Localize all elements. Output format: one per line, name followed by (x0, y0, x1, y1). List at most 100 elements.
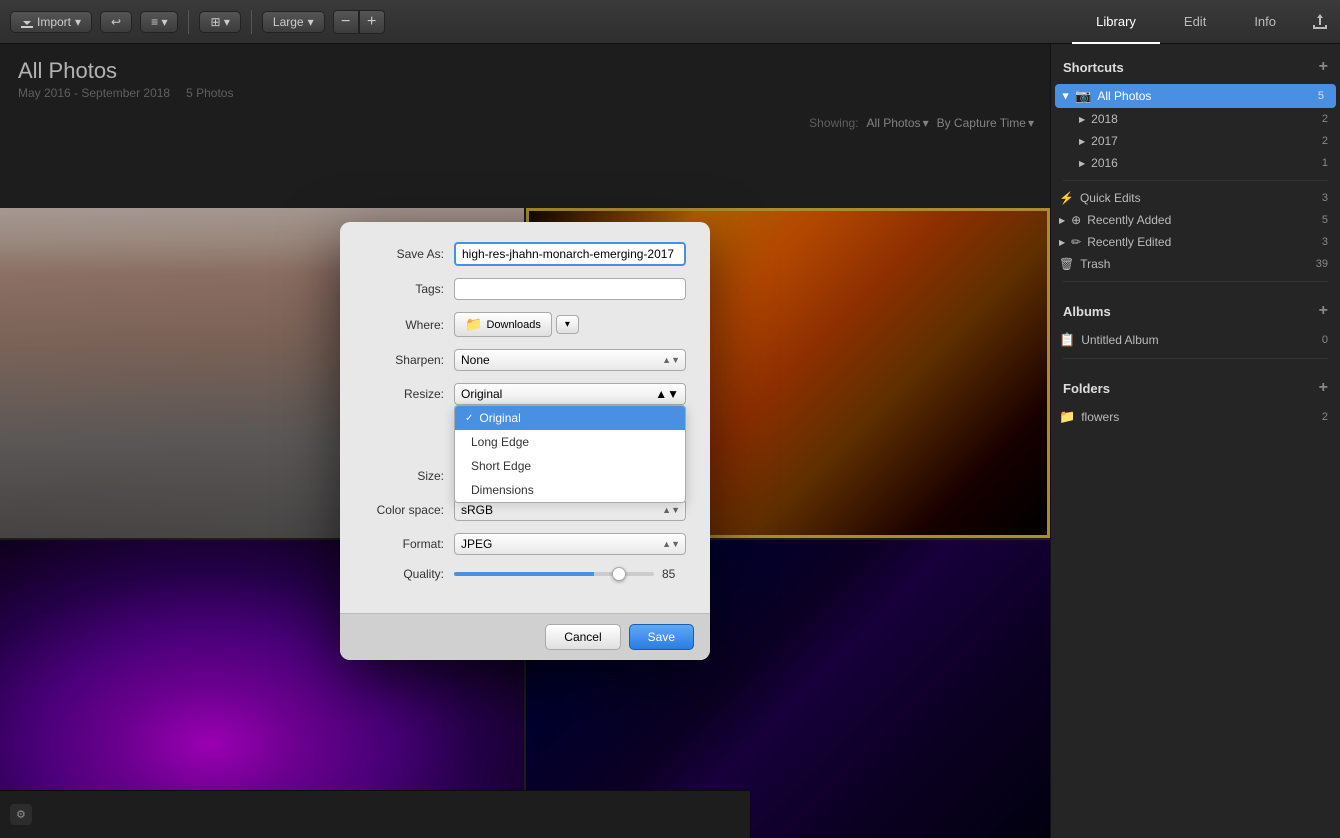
sharpen-select-wrapper: None Low Medium High ▲▼ (454, 349, 686, 371)
year-triangle-3: ▶ (1079, 159, 1085, 168)
zoom-in-button[interactable]: + (359, 10, 385, 34)
year-2017-label: 2017 (1091, 134, 1118, 148)
sidebar-item-2018[interactable]: ▶ 2018 2 (1051, 108, 1340, 130)
quality-slider[interactable] (454, 572, 654, 576)
tab-info[interactable]: Info (1230, 0, 1300, 44)
resize-option-label: Dimensions (471, 483, 534, 497)
save-as-input[interactable] (454, 242, 686, 266)
resize-option-long-edge[interactable]: Long Edge (455, 430, 685, 454)
save-button[interactable]: Save (629, 624, 694, 650)
share-button[interactable] (1300, 0, 1340, 44)
resize-option-original[interactable]: ✓ Original (455, 406, 685, 430)
untitled-album-label: Untitled Album (1081, 333, 1158, 347)
quality-row: Quality: 85 (364, 567, 686, 581)
sidebar-item-recently-edited[interactable]: ▶ ✏ Recently Edited 3 (1051, 231, 1340, 253)
recently-added-icon: ⊕ (1071, 213, 1081, 227)
where-row: Where: 📁 Downloads ▾ (364, 312, 686, 337)
tags-input[interactable] (454, 278, 686, 300)
photo-area: All Photos May 2016 - September 2018 5 P… (0, 44, 1050, 838)
format-select[interactable]: JPEG PNG TIFF (454, 533, 686, 555)
add-album-button[interactable]: + (1319, 302, 1328, 320)
resize-current-value: Original (461, 387, 502, 401)
recently-edited-triangle: ▶ (1059, 238, 1065, 247)
size-dropdown[interactable]: Large ▾ (262, 11, 325, 33)
resize-option-dimensions[interactable]: Dimensions (455, 478, 685, 502)
year-2016-label: 2016 (1091, 156, 1118, 170)
export-dialog: Save As: Tags: Where: 📁 (340, 222, 710, 660)
all-photos-count: 5 (1318, 90, 1324, 102)
where-label: Where: (364, 318, 444, 332)
format-row: Format: JPEG PNG TIFF ▲▼ (364, 533, 686, 555)
year-2018-count: 2 (1322, 113, 1328, 125)
zoom-controls: − + (333, 10, 385, 34)
quick-edits-label: Quick Edits (1080, 191, 1141, 205)
recently-added-triangle: ▶ (1059, 216, 1065, 225)
main-area: All Photos May 2016 - September 2018 5 P… (0, 44, 1340, 838)
import-chevron: ▾ (75, 15, 81, 29)
sidebar-item-flowers[interactable]: 📁 flowers 2 (1051, 405, 1340, 429)
sidebar-header: Shortcuts + (1051, 44, 1340, 84)
year-triangle: ▶ (1079, 115, 1085, 124)
cancel-button[interactable]: Cancel (545, 624, 620, 650)
sidebar-item-recently-added[interactable]: ▶ ⊕ Recently Added 5 (1051, 209, 1340, 231)
add-folder-button[interactable]: + (1319, 379, 1328, 397)
toolbar-separator-2 (251, 10, 252, 34)
resize-option-label: Original (479, 411, 520, 425)
sidebar-item-2017[interactable]: ▶ 2017 2 (1051, 130, 1340, 152)
resize-arrow: ▲▼ (655, 387, 679, 401)
format-select-wrapper: JPEG PNG TIFF ▲▼ (454, 533, 686, 555)
sharpen-select[interactable]: None Low Medium High (454, 349, 686, 371)
year-2018-label: 2018 (1091, 112, 1118, 126)
recently-edited-count: 3 (1322, 236, 1328, 248)
tab-bar: Library Edit Info (1072, 0, 1340, 44)
resize-option-label: Short Edge (471, 459, 531, 473)
year-2017-count: 2 (1322, 135, 1328, 147)
sidebar-item-trash[interactable]: 🗑 Trash 39 (1051, 253, 1340, 275)
tab-library[interactable]: Library (1072, 0, 1160, 44)
dialog-footer: Cancel Save (340, 613, 710, 660)
trash-count: 39 (1316, 258, 1328, 270)
tab-edit[interactable]: Edit (1160, 0, 1230, 44)
folders-header: Folders + (1051, 365, 1340, 405)
save-as-label: Save As: (364, 247, 444, 261)
sidebar-item-untitled-album[interactable]: 📋 Untitled Album 0 (1051, 328, 1340, 352)
sidebar-title: Shortcuts (1063, 60, 1124, 75)
resize-select-button[interactable]: Original ▲▼ (454, 383, 686, 405)
selected-checkmark: ✓ (465, 413, 473, 424)
where-expand-button[interactable]: ▾ (556, 315, 579, 334)
untitled-album-count: 0 (1322, 334, 1328, 346)
where-dropdown[interactable]: 📁 Downloads (454, 312, 552, 337)
year-triangle-2: ▶ (1079, 137, 1085, 146)
resize-option-short-edge[interactable]: Short Edge (455, 454, 685, 478)
back-button[interactable]: ↩ (100, 11, 132, 33)
recently-added-label: Recently Added (1087, 213, 1171, 227)
layout-button[interactable]: ⊞ ▾ (199, 11, 240, 33)
all-photos-icon: 📷 (1075, 88, 1091, 104)
import-button[interactable]: Import ▾ (10, 11, 92, 33)
trash-icon: 🗑 (1059, 257, 1074, 271)
dialog-body: Save As: Tags: Where: 📁 (340, 222, 710, 613)
folder-icon: 📁 (1059, 409, 1075, 425)
add-shortcut-button[interactable]: + (1319, 58, 1328, 76)
dialog-overlay: Save As: Tags: Where: 📁 (0, 44, 1050, 838)
recently-added-count: 5 (1322, 214, 1328, 226)
sidebar-item-2016[interactable]: ▶ 2016 1 (1051, 152, 1340, 174)
sidebar-item-all-photos[interactable]: ▶ 📷 All Photos 5 (1055, 84, 1336, 108)
sharpen-label: Sharpen: (364, 353, 444, 367)
albums-title: Albums (1063, 304, 1111, 319)
sidebar: Shortcuts + ▶ 📷 All Photos 5 ▶ 2018 2 ▶ … (1050, 44, 1340, 838)
zoom-out-button[interactable]: − (333, 10, 359, 34)
quick-edits-count: 3 (1322, 192, 1328, 204)
quality-wrapper: 85 (454, 567, 686, 581)
shortcuts-section: ▶ 📷 All Photos 5 ▶ 2018 2 ▶ 2017 2 ▶ 201… (1051, 84, 1340, 174)
resize-row: Resize: Original ▲▼ ✓ Original (364, 383, 686, 405)
all-photos-label: All Photos (1097, 89, 1151, 103)
toolbar: Import ▾ ↩ ≡ ▾ ⊞ ▾ Large ▾ − + Library E… (0, 0, 1340, 44)
view-options-button[interactable]: ≡ ▾ (140, 11, 178, 33)
sidebar-item-quick-edits[interactable]: ⚡ Quick Edits 3 (1051, 187, 1340, 209)
albums-header: Albums + (1051, 288, 1340, 328)
sidebar-divider-1 (1063, 180, 1328, 181)
resize-dropdown: Original ▲▼ ✓ Original Long Ed (454, 383, 686, 405)
expand-triangle: ▶ (1062, 93, 1071, 99)
folders-title: Folders (1063, 381, 1110, 396)
